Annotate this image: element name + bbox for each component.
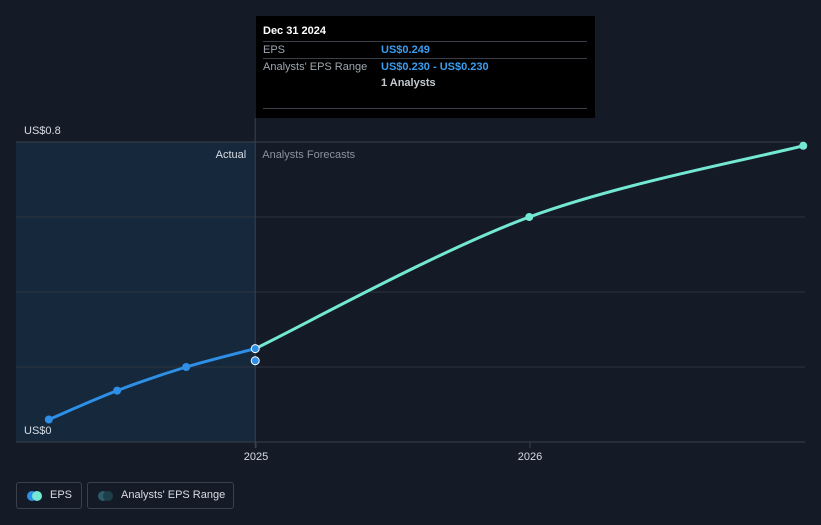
forecast-eps-point <box>799 141 808 150</box>
y-tick-label-max: US$0.8 <box>24 125 61 137</box>
tooltip-row-range: Analysts' EPS Range US$0.230 - US$0.230 <box>263 58 587 76</box>
legend-label-range: Analysts' EPS Range <box>121 489 226 501</box>
tooltip-label-eps: EPS <box>263 44 286 56</box>
tooltip-date: Dec 31 2024 <box>263 25 326 37</box>
forecast-eps-line <box>254 144 804 350</box>
x-tick-label: 2026 <box>518 451 542 463</box>
legend-item-range[interactable]: Analysts' EPS Range <box>87 482 234 509</box>
legend-label-eps: EPS <box>50 489 73 501</box>
tooltip-label-range: Analysts' EPS Range <box>263 61 368 73</box>
forecast-label: Analysts Forecasts <box>262 149 355 161</box>
range-legend-icon <box>98 491 114 501</box>
forecast-eps-point <box>525 213 534 221</box>
eps-legend-icon <box>27 491 43 501</box>
tooltip-value-analysts: 1 Analysts <box>381 77 436 89</box>
actual-eps-point <box>250 344 260 354</box>
actual-label: Actual <box>216 149 247 161</box>
actual-eps-point <box>44 415 53 424</box>
tooltip-value-eps: US$0.249 <box>381 44 430 56</box>
actual-eps-point <box>182 363 191 371</box>
hover-tooltip: Dec 31 2024 EPS US$0.249 Analysts' EPS R… <box>256 16 595 118</box>
tooltip-row-analysts: 1 Analysts <box>263 75 587 92</box>
legend-item-eps[interactable]: EPS <box>16 482 82 509</box>
tooltip-divider <box>263 108 587 109</box>
x-tick-label: 2025 <box>244 451 268 463</box>
tooltip-value-range: US$0.230 - US$0.230 <box>381 61 489 73</box>
tooltip-row-eps: EPS US$0.249 <box>263 41 587 59</box>
actual-eps-point <box>113 386 122 395</box>
eps-chart-container: 2025 2026 US$0.8 US$0 Actual Analysts Forecas… <box>0 0 821 520</box>
analyst-range-point <box>250 356 260 366</box>
y-tick-label-min: US$0 <box>24 425 52 437</box>
